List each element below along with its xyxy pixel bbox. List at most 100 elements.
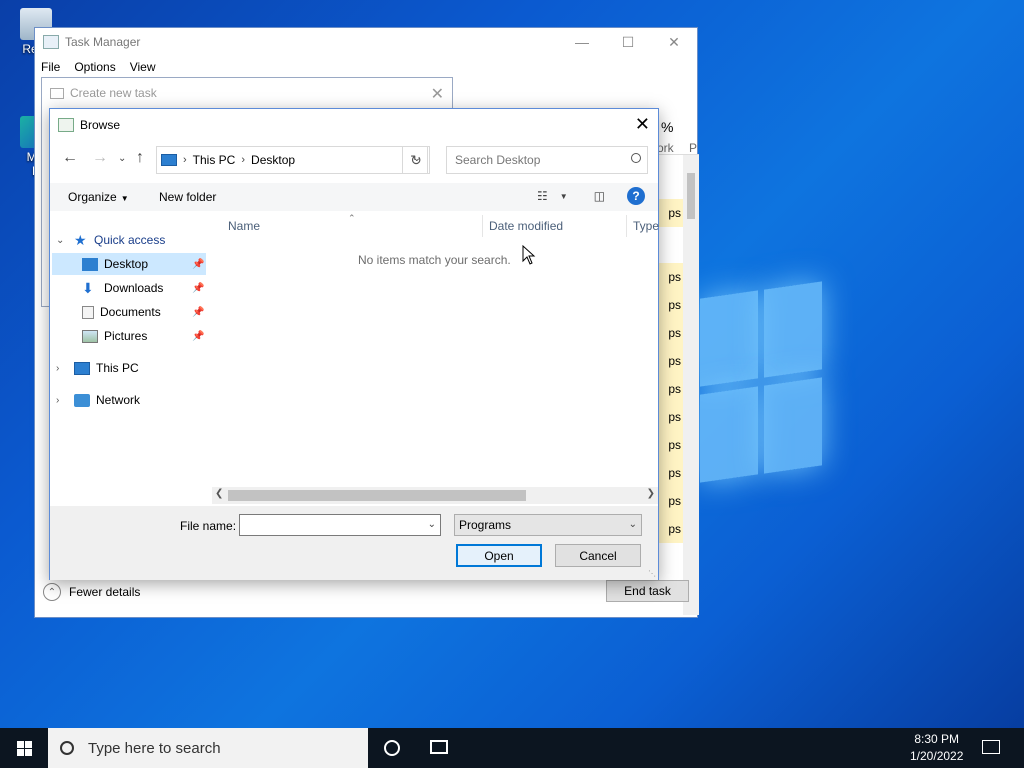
new-folder-button[interactable]: New folder — [159, 190, 216, 204]
column-divider[interactable] — [626, 215, 627, 237]
network-icon — [74, 393, 90, 407]
pin-icon[interactable]: 📌 — [192, 307, 204, 318]
start-button[interactable] — [0, 728, 48, 768]
scroll-right-icon[interactable]: ❯ — [647, 488, 655, 499]
breadcrumb-this-pc[interactable]: This PC — [193, 153, 236, 167]
task-view-icon[interactable] — [430, 740, 448, 754]
pin-icon[interactable]: 📌 — [192, 259, 204, 270]
scrollbar-thumb[interactable] — [228, 490, 526, 501]
mouse-pointer-icon — [522, 245, 536, 265]
nav-item-documents[interactable]: Documents 📌 — [82, 301, 210, 323]
star-icon: ★ — [74, 231, 87, 248]
task-manager-menubar: File Options View — [35, 56, 697, 78]
help-icon[interactable]: ? — [627, 187, 645, 205]
vertical-scrollbar[interactable] — [683, 155, 699, 615]
navigation-pane: ⌄ ★ Quick access Desktop 📌 ⬇ Downloads 📌… — [50, 213, 210, 503]
file-type-value: Programs — [459, 518, 512, 532]
open-button[interactable]: Open — [456, 544, 542, 567]
documents-icon — [82, 305, 94, 319]
table-row[interactable]: ps — [657, 291, 683, 319]
search-placeholder: Search Desktop — [455, 153, 541, 167]
pin-icon[interactable]: 📌 — [192, 331, 204, 342]
column-header-name[interactable]: Name — [228, 219, 260, 233]
preview-pane-icon[interactable]: ◫ — [594, 189, 605, 203]
maximize-button[interactable]: ☐ — [605, 28, 651, 56]
column-divider[interactable] — [482, 215, 483, 237]
browse-titlebar: Browse — [50, 109, 658, 140]
forward-arrow-icon[interactable]: → — [92, 149, 108, 167]
chevron-down-icon[interactable]: ▼ — [560, 192, 568, 201]
breadcrumb-desktop[interactable]: Desktop — [251, 153, 295, 167]
nav-network[interactable]: › Network — [56, 389, 140, 411]
scrollbar-thumb[interactable] — [687, 173, 695, 219]
cortana-icon[interactable] — [384, 740, 400, 756]
chevron-right-icon: › — [56, 362, 60, 374]
nav-label: Quick access — [94, 233, 166, 247]
view-options-icon[interactable]: ☷ — [537, 189, 548, 203]
horizontal-scrollbar[interactable]: ❮ ❯ — [212, 487, 658, 504]
breadcrumb-separator-icon: › — [183, 154, 187, 166]
browse-dialog: Browse ✕ ← → ⌄ ↑ › This PC › Desktop ⌄ ↻… — [49, 108, 659, 580]
system-clock[interactable]: 8:30 PM 1/20/2022 — [910, 731, 963, 765]
nav-label: Pictures — [104, 329, 148, 343]
up-arrow-icon[interactable]: ↑ — [136, 149, 144, 167]
nav-quick-access[interactable]: ⌄ ★ Quick access — [56, 229, 165, 251]
menu-file[interactable]: File — [41, 60, 60, 74]
close-icon[interactable]: ✕ — [431, 84, 444, 104]
nav-this-pc[interactable]: › This PC — [56, 357, 139, 379]
table-row[interactable]: ps — [657, 319, 683, 347]
taskbar-search-placeholder: Type here to search — [88, 739, 221, 757]
refresh-button[interactable]: ↻ — [402, 146, 430, 174]
fewer-details-button[interactable]: ⌃ Fewer details — [43, 583, 140, 601]
notification-icon[interactable] — [982, 740, 1000, 754]
table-row[interactable]: ps — [657, 515, 683, 543]
address-bar[interactable]: › This PC › Desktop ⌄ — [156, 146, 428, 174]
file-name-field[interactable]: ⌄ — [239, 514, 441, 536]
search-box[interactable]: Search Desktop — [446, 146, 648, 174]
organize-button[interactable]: Organize ▼ — [68, 190, 129, 204]
chevron-right-icon: › — [56, 394, 60, 406]
search-icon — [60, 741, 74, 755]
computer-icon — [74, 361, 90, 375]
table-row[interactable]: ps — [657, 459, 683, 487]
power-header: P — [689, 141, 698, 155]
scroll-left-icon[interactable]: ❮ — [215, 488, 223, 499]
column-header-type[interactable]: Type — [633, 219, 659, 233]
back-arrow-icon[interactable]: ← — [62, 149, 78, 167]
table-row[interactable]: ps — [657, 431, 683, 459]
table-row[interactable]: ps — [657, 347, 683, 375]
task-manager-icon — [43, 35, 59, 49]
table-row[interactable]: ps — [657, 375, 683, 403]
table-row[interactable]: ps — [657, 263, 683, 291]
chevron-down-icon[interactable]: ⌄ — [428, 519, 436, 530]
nav-item-pictures[interactable]: Pictures 📌 — [82, 325, 210, 347]
minimize-button[interactable]: — — [559, 28, 605, 56]
pictures-icon — [82, 329, 98, 343]
column-header-date-modified[interactable]: Date modified — [489, 219, 563, 233]
downloads-icon: ⬇ — [82, 279, 94, 296]
nav-item-downloads[interactable]: ⬇ Downloads 📌 — [82, 277, 210, 299]
pin-icon[interactable]: 📌 — [192, 283, 204, 294]
menu-view[interactable]: View — [130, 60, 156, 74]
cancel-button[interactable]: Cancel — [555, 544, 641, 567]
nav-item-desktop[interactable]: Desktop 📌 — [52, 253, 206, 275]
network-percent-header: % — [661, 119, 674, 135]
clock-date: 1/20/2022 — [910, 749, 964, 763]
command-bar: Organize ▼ New folder ☷ ▼ ◫ ? — [50, 183, 658, 211]
table-row[interactable]: ps — [657, 403, 683, 431]
resize-grip-icon[interactable]: ⋱ — [648, 569, 656, 578]
close-button[interactable]: ✕ — [651, 28, 697, 56]
chevron-down-icon: ⌄ — [56, 234, 65, 246]
end-task-button[interactable]: End task — [606, 580, 689, 602]
browse-title: Browse — [80, 117, 121, 132]
menu-options[interactable]: Options — [74, 60, 115, 74]
close-button[interactable]: ✕ — [635, 114, 650, 135]
taskbar-search-box[interactable]: Type here to search — [48, 728, 368, 768]
refresh-icon: ↻ — [410, 151, 422, 168]
file-type-select[interactable]: Programs ⌄ — [454, 514, 642, 536]
table-row[interactable]: ps — [657, 199, 683, 227]
nav-label: Desktop — [104, 257, 149, 271]
file-name-label: File name: — [180, 519, 237, 533]
table-row[interactable]: ps — [657, 487, 683, 515]
recent-locations-chevron-icon[interactable]: ⌄ — [118, 153, 126, 164]
